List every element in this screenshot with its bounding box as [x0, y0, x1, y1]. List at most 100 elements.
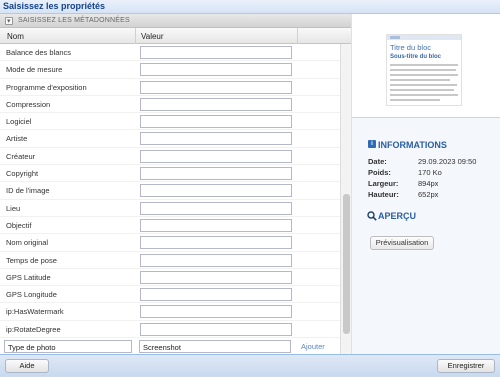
value-input[interactable]: [140, 63, 292, 77]
thumbnail-text-line: [390, 64, 458, 66]
value-input[interactable]: [140, 305, 292, 319]
info-value: 894px: [418, 179, 439, 188]
metadata-section-header[interactable]: ▾ SAISISSEZ LES MÉTADONNÉES: [0, 14, 351, 28]
table-row: Créateur: [0, 148, 340, 166]
value-input[interactable]: [140, 201, 292, 215]
value-input[interactable]: [140, 115, 292, 129]
table-row: Programme d'exposition: [0, 79, 340, 96]
info-icon: i: [368, 140, 376, 148]
row-name: GPS Longitude: [6, 290, 57, 300]
row-name: GPS Latitude: [6, 272, 51, 282]
section-label: SAISISSEZ LES MÉTADONNÉES: [18, 17, 130, 24]
value-input[interactable]: [140, 253, 292, 267]
thumbnail-text-line: [390, 79, 450, 81]
thumbnail-topbar: [387, 35, 461, 40]
row-name: Programme d'exposition: [6, 82, 87, 92]
info-panel: Titre du bloc Sous-titre du bloc i INFOR…: [352, 14, 500, 354]
dialog-footer: Aide Enregistrer: [0, 354, 500, 377]
value-input[interactable]: [140, 270, 292, 284]
help-button[interactable]: Aide: [5, 359, 49, 373]
row-name: ID de l'image: [6, 186, 50, 196]
row-name: Lieu: [6, 203, 21, 213]
thumbnail-topbar-logo: [390, 36, 400, 39]
column-name-header[interactable]: Nom: [7, 32, 24, 41]
image-preview-area: Titre du bloc Sous-titre du bloc: [352, 14, 500, 118]
dialog-title: Saisissez les propriétés: [3, 1, 106, 11]
table-row: ip:HasWatermark: [0, 303, 340, 321]
vertical-scrollbar[interactable]: [340, 44, 351, 354]
column-divider: [135, 28, 136, 44]
search-icon: [367, 211, 377, 221]
value-input[interactable]: [140, 184, 292, 198]
info-key: Hauteur:: [368, 190, 399, 199]
thumbnail-text-line: [390, 94, 458, 96]
new-name-input[interactable]: Type de photo: [4, 340, 132, 353]
thumbnail-text-line: [390, 99, 440, 101]
collapse-toggle[interactable]: ▾: [5, 17, 13, 25]
info-key: Largeur:: [368, 179, 399, 188]
thumbnail-text-line: [390, 89, 454, 91]
row-name: Temps de pose: [6, 255, 57, 265]
preview-button[interactable]: Prévisualisation: [370, 236, 434, 250]
value-input[interactable]: [140, 46, 292, 59]
info-value: 170 Ko: [418, 168, 442, 177]
new-metadata-row: Type de photo Screenshot Ajouter: [0, 338, 340, 354]
metadata-rows: Balance des blancs Mode de mesure Progra…: [0, 44, 340, 339]
table-row: ID de l'image: [0, 182, 340, 200]
info-value: 652px: [418, 190, 439, 199]
scrollbar-thumb[interactable]: [343, 194, 350, 334]
thumbnail-subtitle: Sous-titre du bloc: [390, 54, 441, 60]
row-name: Logiciel: [6, 117, 32, 127]
info-value: 29.09.2023 09:50: [418, 157, 477, 166]
image-thumbnail[interactable]: Titre du bloc Sous-titre du bloc: [386, 34, 462, 106]
table-row: Temps de pose: [0, 252, 340, 269]
value-input[interactable]: [140, 132, 292, 146]
thumbnail-title: Titre du bloc: [390, 43, 431, 52]
row-name: Balance des blancs: [6, 48, 72, 57]
value-input[interactable]: [140, 80, 292, 94]
value-input[interactable]: [140, 288, 292, 302]
table-row: Nom original: [0, 234, 340, 252]
dialog-titlebar: Saisissez les propriétés: [0, 0, 500, 14]
value-input[interactable]: [140, 149, 292, 163]
value-input[interactable]: [140, 218, 292, 232]
apercu-heading-text: APERÇU: [378, 211, 417, 221]
save-button[interactable]: Enregistrer: [437, 359, 495, 373]
row-name: Artiste: [6, 134, 28, 144]
value-input[interactable]: [140, 167, 292, 181]
add-link[interactable]: Ajouter: [301, 342, 325, 351]
table-row: Artiste: [0, 130, 340, 148]
column-header: Nom Valeur: [0, 28, 351, 44]
row-name: ip:HasWatermark: [6, 307, 64, 317]
table-row: Copyright: [0, 165, 340, 183]
value-input[interactable]: [140, 322, 292, 336]
value-input[interactable]: [140, 236, 292, 250]
row-name: Nom original: [6, 238, 49, 248]
row-name: ip:RotateDegree: [6, 324, 61, 334]
collapse-icon: ▾: [7, 18, 11, 25]
thumbnail-text-line: [390, 74, 458, 76]
row-name: Compression: [6, 99, 51, 109]
table-row: Mode de mesure: [0, 61, 340, 79]
value-input[interactable]: [140, 97, 292, 111]
column-value-header[interactable]: Valeur: [141, 32, 164, 41]
row-name: Mode de mesure: [6, 65, 63, 75]
informations-heading-text: INFORMATIONS: [378, 140, 447, 150]
row-name: Copyright: [6, 169, 39, 179]
table-row: Lieu: [0, 200, 340, 217]
table-row: GPS Latitude: [0, 269, 340, 287]
thumbnail-text-line: [390, 84, 457, 86]
thumbnail-text-line: [390, 69, 456, 71]
column-divider: [297, 28, 298, 44]
row-name: Créateur: [6, 151, 36, 161]
new-value-input[interactable]: Screenshot: [139, 340, 291, 353]
metadata-panel: ▾ SAISISSEZ LES MÉTADONNÉES Nom Valeur B…: [0, 14, 351, 354]
table-row: Logiciel: [0, 113, 340, 131]
table-row: Compression: [0, 96, 340, 114]
info-key: Date:: [368, 157, 387, 166]
info-key: Poids:: [368, 168, 391, 177]
table-row: ip:RotateDegree: [0, 321, 340, 339]
table-row: Objectif: [0, 217, 340, 235]
table-row: GPS Longitude: [0, 286, 340, 304]
row-name: Objectif: [6, 220, 32, 230]
